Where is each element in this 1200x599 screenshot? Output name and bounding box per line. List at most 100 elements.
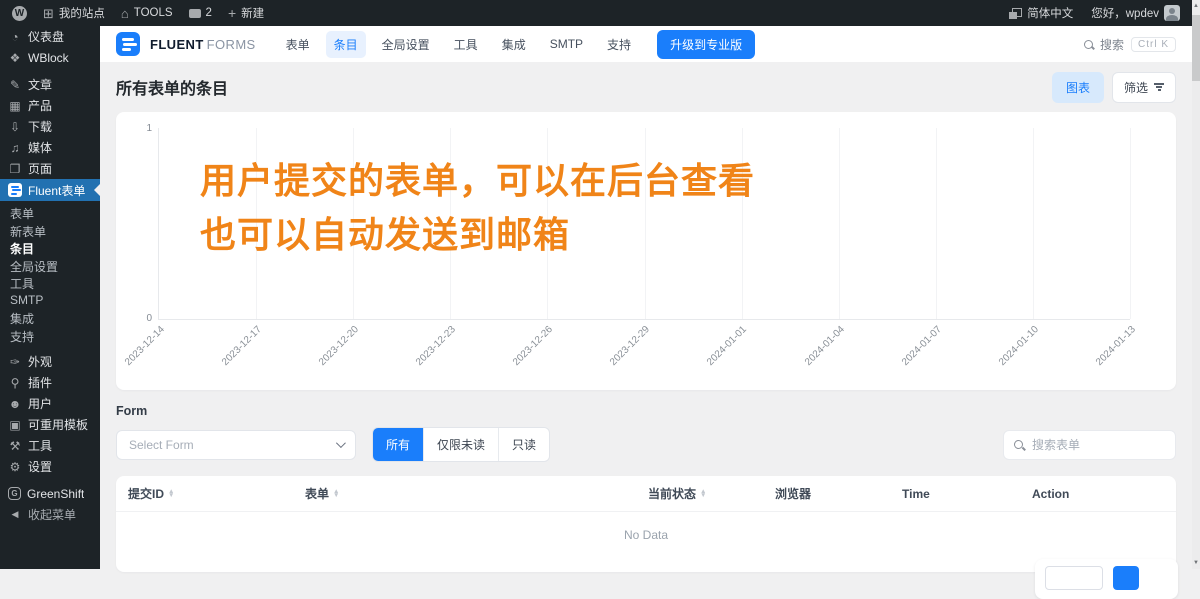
sidebar-subitem-global-settings[interactable]: 全局设置 [0, 256, 100, 274]
my-sites-menu[interactable]: ⊞ 我的站点 [43, 5, 105, 21]
tab-global-settings[interactable]: 全局设置 [374, 31, 438, 58]
sidebar-subitem-entries[interactable]: 条目 [0, 238, 100, 256]
form-select[interactable]: Select Form [116, 430, 356, 460]
column-submission-id[interactable]: 提交ID ▲▼ [128, 485, 305, 502]
wblock-icon: ❖ [8, 52, 22, 64]
tab-integrations[interactable]: 集成 [494, 31, 534, 58]
greenshift-icon: G [8, 487, 21, 500]
sidebar-item-tools[interactable]: ⚒ 工具 [0, 435, 100, 456]
sidebar-item-collapse-menu[interactable]: ◀ 收起菜单 [0, 504, 100, 525]
tab-tools[interactable]: 工具 [446, 31, 486, 58]
sidebar-item-dashboard[interactable]: ◔ 仪表盘 [0, 26, 100, 47]
scroll-up-arrow[interactable]: ▲ [1192, 0, 1200, 12]
tab-support[interactable]: 支持 [599, 31, 639, 58]
filter-all-button[interactable]: 所有 [373, 428, 423, 461]
pagination-partial[interactable] [1035, 559, 1178, 599]
wp-logo-menu[interactable]: W [12, 6, 27, 21]
avatar [1164, 5, 1180, 21]
x-axis-label: 2023-12-20 [317, 324, 361, 368]
sidebar-item-users[interactable]: ☻ 用户 [0, 393, 100, 414]
sidebar-subitem-smtp[interactable]: SMTP [0, 291, 100, 309]
site-menu[interactable]: ⌂ TOOLS [121, 7, 173, 20]
upgrade-to-pro-button[interactable]: 升级到专业版 [657, 30, 755, 59]
sidebar-item-posts[interactable]: ✎ 文章 [0, 74, 100, 95]
gridline [1033, 128, 1034, 319]
y-axis-label: 0 [146, 313, 152, 324]
sidebar-item-pages[interactable]: ❐ 页面 [0, 158, 100, 179]
scrollbar[interactable]: ▲ ▼ [1192, 0, 1200, 569]
site-name-label: TOOLS [134, 7, 173, 19]
sidebar-subitem-tools[interactable]: 工具 [0, 273, 100, 291]
language-switcher[interactable]: 简体中文 [1009, 5, 1073, 21]
fluent-forms-nav: FLUENTFORMS 表单 条目 全局设置 工具 集成 SMTP 支持 升级到… [100, 26, 1192, 62]
column-browser: 浏览器 [775, 485, 902, 502]
sidebar-item-appearance[interactable]: ✑ 外观 [0, 351, 100, 372]
media-icon: ♫ [8, 142, 22, 154]
scrollbar-thumb[interactable] [1192, 15, 1200, 81]
sort-icon[interactable]: ▲▼ [700, 490, 706, 497]
tools-icon: ⚒ [8, 440, 22, 452]
page-header: 所有表单的条目 图表 筛选 [116, 73, 1176, 101]
sidebar-item-media[interactable]: ♫ 媒体 [0, 137, 100, 158]
downloads-icon: ⇩ [8, 121, 22, 133]
search-label: 搜索 [1100, 36, 1124, 53]
account-menu[interactable]: 您好，wpdev [1091, 5, 1180, 21]
entries-search-input[interactable] [1030, 437, 1165, 453]
current-page-button[interactable] [1113, 566, 1139, 590]
global-search[interactable]: 搜索 Ctrl K [1084, 36, 1176, 53]
posts-icon: ✎ [8, 79, 22, 91]
scroll-down-arrow[interactable]: ▼ [1192, 557, 1200, 569]
sidebar-item-reusable-templates[interactable]: ▣ 可重用模板 [0, 414, 100, 435]
annotation-line-2: 也可以自动发送到邮箱 [200, 208, 755, 262]
entries-search-box[interactable] [1003, 430, 1176, 460]
x-axis-label: 2024-01-07 [900, 324, 944, 368]
x-axis-label: 2023-12-29 [608, 324, 652, 368]
collapse-icon: ◀ [8, 510, 22, 519]
page-title: 所有表单的条目 [116, 75, 228, 99]
x-axis-label: 2023-12-14 [123, 324, 167, 368]
sidebar-item-fluent-forms[interactable]: Fluent表单 [0, 179, 100, 201]
language-label: 简体中文 [1027, 5, 1073, 21]
comments-count: 2 [206, 7, 212, 19]
sidebar-subitem-new-form[interactable]: 新表单 [0, 221, 100, 239]
sort-icon[interactable]: ▲▼ [333, 490, 339, 497]
sidebar-item-settings[interactable]: ⚙ 设置 [0, 456, 100, 477]
network-icon: ⊞ [43, 7, 54, 20]
products-icon: ▦ [8, 100, 22, 112]
tab-forms[interactable]: 表单 [278, 31, 318, 58]
sidebar-item-wblock[interactable]: ❖ WBlock [0, 47, 100, 68]
appearance-icon: ✑ [8, 356, 22, 368]
annotation-text: 用户提交的表单，可以在后台查看 也可以自动发送到邮箱 [200, 154, 755, 262]
settings-icon: ⚙ [8, 461, 22, 473]
fluent-forms-logo-icon[interactable] [116, 32, 140, 56]
column-status[interactable]: 当前状态 ▲▼ [648, 485, 775, 502]
sidebar-subitem-support[interactable]: 支持 [0, 326, 100, 344]
reusable-templates-icon: ▣ [8, 419, 22, 431]
wordpress-logo-icon: W [12, 6, 27, 21]
sidebar-item-plugins[interactable]: ⚲ 插件 [0, 372, 100, 393]
sidebar-subitem-forms[interactable]: 表单 [0, 203, 100, 221]
sidebar-item-downloads[interactable]: ⇩ 下载 [0, 116, 100, 137]
new-content-menu[interactable]: + 新建 [228, 5, 264, 21]
tab-entries[interactable]: 条目 [326, 31, 366, 58]
filter-button[interactable]: 筛选 [1112, 72, 1176, 103]
page-size-select[interactable] [1045, 566, 1103, 590]
comments-menu[interactable]: 2 [189, 7, 212, 19]
sidebar-item-greenshift[interactable]: G GreenShift [0, 483, 100, 504]
fluent-forms-brand: FLUENTFORMS [150, 37, 256, 52]
sort-icon[interactable]: ▲▼ [168, 490, 174, 497]
wp-admin-sidebar: ◔ 仪表盘 ❖ WBlock ✎ 文章 ▦ 产品 ⇩ 下载 ♫ 媒体 ❐ 页面 … [0, 26, 100, 569]
tab-smtp[interactable]: SMTP [542, 32, 591, 56]
howdy-label: 您好，wpdev [1091, 5, 1159, 21]
filter-read-only-button[interactable]: 只读 [498, 428, 549, 461]
sidebar-subitem-integrations[interactable]: 集成 [0, 308, 100, 326]
entries-chart-card: 1 0 2023-12-14 2023-12-17 2023-12-20 202… [116, 112, 1176, 390]
chart-toggle-button[interactable]: 图表 [1052, 72, 1104, 103]
search-shortcut: Ctrl K [1131, 37, 1176, 52]
filter-unread-only-button[interactable]: 仅限未读 [423, 428, 498, 461]
column-form[interactable]: 表单 ▲▼ [305, 485, 648, 502]
x-axis-label: 2024-01-10 [997, 324, 1041, 368]
sidebar-item-products[interactable]: ▦ 产品 [0, 95, 100, 116]
translation-icon [1009, 8, 1022, 19]
new-label: 新建 [241, 5, 264, 21]
